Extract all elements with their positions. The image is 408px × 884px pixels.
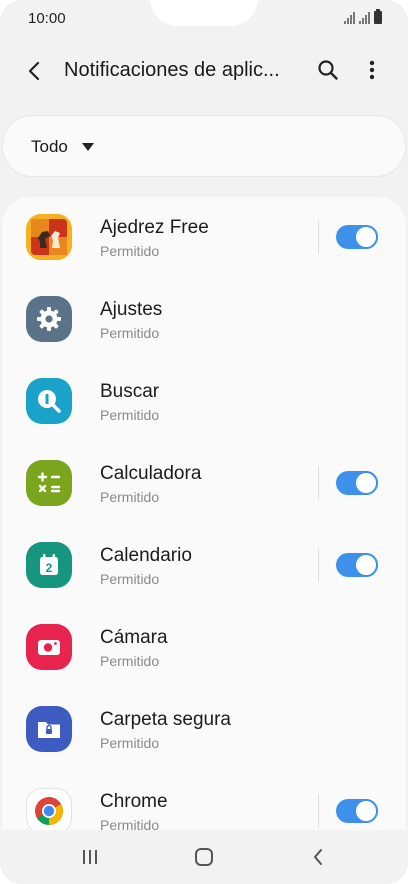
chess-icon bbox=[26, 214, 72, 260]
search-icon bbox=[318, 60, 338, 80]
app-status: Permitido bbox=[100, 653, 160, 669]
notification-toggle[interactable] bbox=[336, 225, 378, 249]
app-bar: Notificaciones de aplic... bbox=[0, 46, 408, 94]
app-name: Ajustes bbox=[100, 299, 163, 320]
page-title: Notificaciones de aplic... bbox=[64, 59, 280, 81]
app-status: Permitido bbox=[100, 243, 160, 259]
divider bbox=[318, 466, 319, 500]
notification-toggle[interactable] bbox=[336, 799, 378, 823]
app-row-ajustes[interactable]: Ajustes Permitido bbox=[2, 279, 406, 361]
toggle-knob bbox=[354, 553, 378, 577]
app-row-carpeta-segura[interactable]: Carpeta segura Permitido bbox=[2, 689, 406, 771]
app-name: Buscar bbox=[100, 381, 160, 402]
filter-selected-label: Todo bbox=[31, 137, 68, 156]
secure-folder-icon bbox=[26, 706, 72, 752]
app-status: Permitido bbox=[100, 735, 160, 751]
camera-notch bbox=[150, 0, 258, 26]
app-row-camara[interactable]: Cámara Permitido bbox=[2, 607, 406, 689]
status-bar: 10:00 bbox=[0, 0, 408, 38]
calendar-icon: 2 bbox=[26, 542, 72, 588]
toggle-knob bbox=[354, 471, 378, 495]
app-name: Ajedrez Free bbox=[100, 217, 209, 238]
app-list: Ajedrez Free Permitido Ajustes Permitido… bbox=[2, 197, 406, 837]
calendar-day-number: 2 bbox=[46, 561, 53, 575]
notification-toggle[interactable] bbox=[336, 471, 378, 495]
toggle-knob bbox=[354, 799, 378, 823]
search-app-icon bbox=[26, 378, 72, 424]
app-row-buscar[interactable]: Buscar Permitido bbox=[2, 361, 406, 443]
more-options-button[interactable] bbox=[356, 54, 388, 86]
app-row-chrome[interactable]: Chrome Permitido bbox=[2, 771, 406, 837]
app-name: Calendario bbox=[100, 545, 192, 566]
settings-gear-icon bbox=[26, 296, 72, 342]
toggle-knob bbox=[354, 225, 378, 249]
filter-dropdown[interactable]: Todo bbox=[31, 134, 94, 160]
divider bbox=[318, 220, 319, 254]
status-icons bbox=[344, 9, 382, 24]
back-nav-icon bbox=[314, 849, 322, 865]
calculator-icon bbox=[26, 460, 72, 506]
filter-card: Todo bbox=[2, 115, 406, 177]
navigation-bar bbox=[0, 830, 408, 884]
app-row-ajedrez-free[interactable]: Ajedrez Free Permitido bbox=[2, 197, 406, 279]
battery-icon bbox=[374, 9, 382, 24]
chrome-icon bbox=[26, 788, 72, 834]
home-button[interactable] bbox=[186, 842, 222, 872]
camera-icon bbox=[26, 624, 72, 670]
app-name: Calculadora bbox=[100, 463, 202, 484]
app-row-calculadora[interactable]: Calculadora Permitido bbox=[2, 443, 406, 525]
divider bbox=[318, 794, 319, 828]
app-name: Cámara bbox=[100, 627, 168, 648]
app-status: Permitido bbox=[100, 489, 160, 505]
app-row-calendario[interactable]: 2 Calendario Permitido bbox=[2, 525, 406, 607]
signal-icon bbox=[344, 12, 355, 24]
app-name: Chrome bbox=[100, 791, 168, 812]
app-name: Carpeta segura bbox=[100, 709, 231, 730]
notification-toggle[interactable] bbox=[336, 553, 378, 577]
app-status: Permitido bbox=[100, 407, 160, 423]
recent-apps-button[interactable] bbox=[72, 842, 108, 872]
search-button[interactable] bbox=[312, 54, 344, 86]
home-icon bbox=[195, 848, 213, 866]
app-status: Permitido bbox=[100, 325, 160, 341]
screen: 10:00 Notificaciones de aplic... Todo Aj… bbox=[0, 0, 408, 884]
recent-apps-icon bbox=[83, 850, 97, 864]
back-arrow-icon bbox=[28, 61, 40, 81]
more-vert-icon bbox=[369, 60, 375, 80]
back-button[interactable] bbox=[20, 56, 50, 86]
app-status: Permitido bbox=[100, 571, 160, 587]
dropdown-arrow-icon bbox=[81, 143, 94, 151]
divider bbox=[318, 548, 319, 582]
back-nav-button[interactable] bbox=[300, 842, 336, 872]
status-time: 10:00 bbox=[28, 10, 66, 27]
signal-icon-2 bbox=[359, 12, 370, 24]
